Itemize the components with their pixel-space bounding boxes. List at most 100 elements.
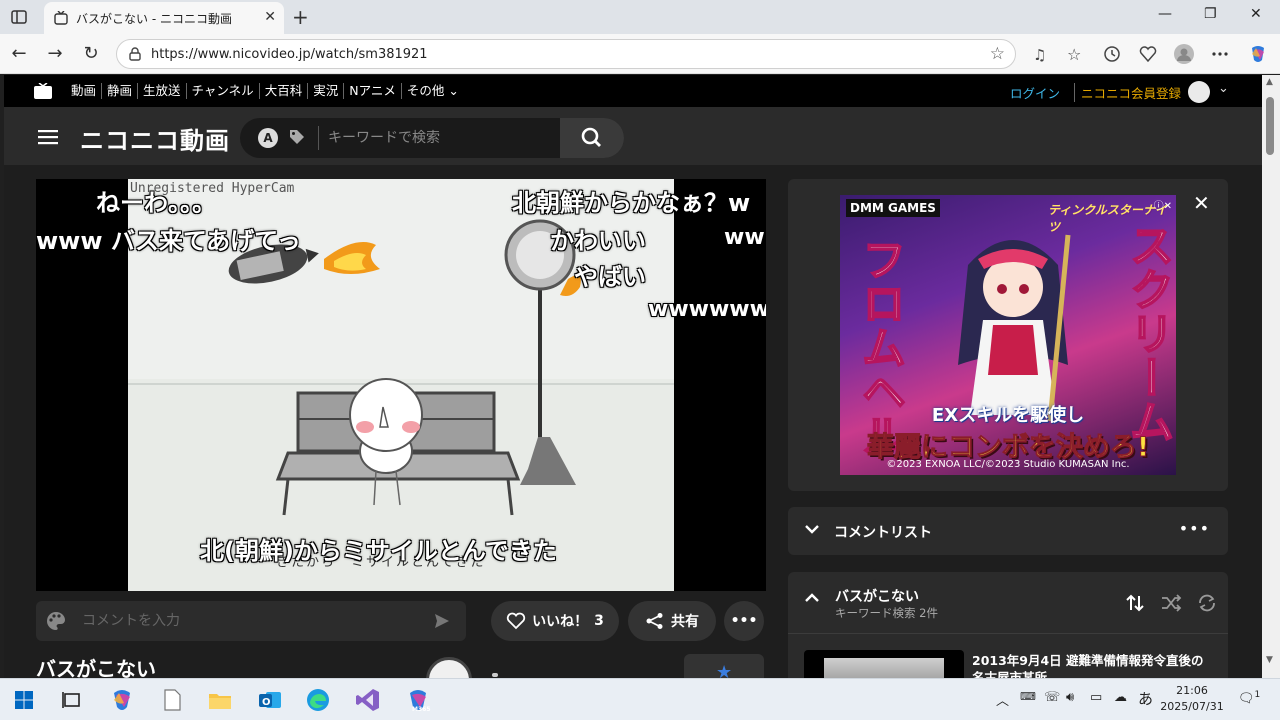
notepad-icon[interactable] <box>158 686 186 714</box>
window-close-icon[interactable]: ✕ <box>1250 6 1262 22</box>
like-label: いいね！ <box>532 614 589 630</box>
login-link[interactable]: ログイン <box>1010 83 1060 102</box>
onedrive-icon[interactable]: ☁ <box>1114 690 1127 705</box>
forward-icon[interactable]: → <box>44 43 66 65</box>
ad-banner[interactable]: DMM GAMES ティンクルスターナイツ ⓘ✕ フロムヘル スクリーム EXス… <box>840 195 1176 475</box>
browser-tab-bar: バスがこない - ニコニコ動画 ✕ + — ❐ ✕ <box>0 0 1280 34</box>
visual-studio-icon[interactable] <box>354 686 382 714</box>
tag-search-icon[interactable] <box>288 128 306 146</box>
ad-info-icon[interactable]: ⓘ✕ <box>1154 197 1172 212</box>
nav-jikkyo[interactable]: 実況 <box>307 83 343 99</box>
m365-copilot-icon[interactable]: M365 <box>404 686 432 714</box>
svg-text:☆: ☆ <box>1067 45 1081 64</box>
tab-close-icon[interactable]: ✕ <box>264 9 276 25</box>
minimize-icon[interactable]: — <box>1158 6 1172 22</box>
ad-character-illustration <box>958 234 1071 422</box>
profile-icon[interactable] <box>1174 44 1194 64</box>
danmaku-comment: 北(朝鮮)からミサイルとんできた <box>200 537 557 565</box>
copilot-icon[interactable] <box>1248 44 1268 64</box>
comment-input-bar <box>36 601 466 641</box>
scrollbar-thumb[interactable] <box>1266 97 1274 155</box>
scroll-down-icon[interactable]: ▼ <box>1266 655 1273 665</box>
user-avatar[interactable] <box>1188 81 1210 103</box>
scroll-up-icon[interactable]: ▲ <box>1266 77 1273 87</box>
history-icon[interactable] <box>1102 44 1122 64</box>
nav-seiga[interactable]: 静画 <box>101 83 137 99</box>
nav-more[interactable]: その他 ⌄ <box>400 83 464 99</box>
site-header: ニコニコ動画 A <box>4 107 1262 165</box>
register-link[interactable]: ニコニコ会員登録 <box>1074 83 1181 102</box>
search-button[interactable] <box>560 118 624 158</box>
site-info-icon[interactable] <box>127 46 143 62</box>
share-button[interactable]: 共有 <box>628 601 716 641</box>
favorites-icon[interactable]: ☆ <box>1066 44 1086 64</box>
edge-icon[interactable] <box>304 686 332 714</box>
tab-title: バスがこない - ニコニコ動画 <box>76 12 232 26</box>
windows-start-icon[interactable] <box>10 686 38 714</box>
task-view-icon[interactable] <box>58 686 86 714</box>
search-box: A <box>240 118 624 158</box>
tab-actions-icon[interactable] <box>10 8 28 26</box>
active-tab[interactable]: バスがこない - ニコニコ動画 ✕ <box>44 2 284 34</box>
uploader-name[interactable] <box>492 673 498 677</box>
meet-icon[interactable]: ☏ <box>1044 690 1060 705</box>
settings-more-icon[interactable] <box>1210 44 1230 64</box>
niconico-logo[interactable]: ニコニコ動画 <box>80 121 230 156</box>
network-icon[interactable]: ▭ <box>1090 690 1102 705</box>
comment-list-header[interactable]: コメントリスト ••• <box>788 507 1228 555</box>
nav-nanime[interactable]: Nアニメ <box>343 83 401 99</box>
mylist-button[interactable]: ★ <box>684 654 764 678</box>
browser-essentials-icon[interactable] <box>1138 44 1158 64</box>
more-actions-button[interactable]: ••• <box>724 601 764 641</box>
volume-icon[interactable]: 🔊︎ <box>1066 690 1074 705</box>
clock-time: 21:06 <box>1176 684 1208 697</box>
comment-list-more-icon[interactable]: ••• <box>1179 519 1210 538</box>
ad-panel: DMM GAMES ティンクルスターナイツ ⓘ✕ フロムヘル スクリーム EXス… <box>788 179 1228 491</box>
playlist-item[interactable]: 2013年9月4日 避難準備情報発令直後の名古屋市某所 <box>804 650 1214 678</box>
ad-close-icon[interactable]: ✕ <box>1193 191 1210 215</box>
search-input[interactable] <box>328 126 548 150</box>
comment-input[interactable] <box>82 609 412 633</box>
chevron-down-icon: ⌄ <box>448 83 459 98</box>
uploader-avatar[interactable] <box>426 657 472 678</box>
user-menu-chevron-icon[interactable]: ⌄ <box>1218 81 1229 96</box>
nav-dic[interactable]: 大百科 <box>258 83 308 99</box>
restore-icon[interactable]: ❐ <box>1204 6 1217 22</box>
nav-douga[interactable]: 動画 <box>66 83 101 99</box>
notification-icon[interactable]: 🗨︎1 <box>1238 690 1260 706</box>
like-button[interactable]: いいね！ 3 <box>491 601 619 641</box>
ime-mode-icon[interactable]: ⌨ <box>1020 690 1036 703</box>
page-scrollbar[interactable]: ▲ ▼ <box>1262 75 1280 678</box>
nav-live[interactable]: 生放送 <box>137 83 186 99</box>
niconico-tv-icon[interactable] <box>34 83 52 99</box>
palette-icon[interactable] <box>46 611 66 631</box>
file-explorer-icon[interactable] <box>206 686 234 714</box>
menu-icon[interactable] <box>38 129 58 145</box>
video-player[interactable]: Unregistered HyperCam きたから ミサイルとんできた ねーわ… <box>36 179 766 591</box>
read-aloud-icon[interactable]: ♫ <box>1030 44 1050 64</box>
ai-search-icon[interactable]: A <box>258 128 278 148</box>
ad-copyright: ©2023 EXNOA LLC/©2023 Studio KUMASAN Inc… <box>886 459 1130 470</box>
clock[interactable]: 21:06 2025/07/31 <box>1156 683 1228 715</box>
like-count: 3 <box>594 613 604 629</box>
ime-hiragana-indicator[interactable]: あ <box>1138 688 1153 709</box>
url-field[interactable]: https://www.nicovideo.jp/watch/sm381921 … <box>116 39 1016 69</box>
tray-overflow-icon[interactable]: ︿ <box>996 690 1009 709</box>
notification-count: 1 <box>1254 690 1261 700</box>
back-icon[interactable]: ← <box>8 43 30 65</box>
svg-text:M365: M365 <box>412 706 431 713</box>
outlook-icon[interactable]: O <box>256 686 284 714</box>
send-icon[interactable] <box>434 613 450 629</box>
repeat-icon[interactable] <box>1196 592 1218 614</box>
new-tab-icon[interactable]: + <box>292 5 309 29</box>
copilot-app-icon[interactable] <box>108 686 136 714</box>
favorite-star-icon[interactable]: ☆ <box>990 44 1005 64</box>
danmaku-comment: www バス来てあげてっ <box>36 227 301 255</box>
playlist-header[interactable]: バスがこない キーワード検索 2件 <box>788 572 1228 634</box>
nav-channel[interactable]: チャンネル <box>185 83 259 99</box>
url-text: https://www.nicovideo.jp/watch/sm381921 <box>151 47 428 62</box>
video-title: バスがこない <box>36 657 156 678</box>
reload-icon[interactable]: ↻ <box>80 43 102 65</box>
sort-icon[interactable] <box>1124 592 1146 614</box>
shuffle-icon[interactable] <box>1160 592 1182 614</box>
